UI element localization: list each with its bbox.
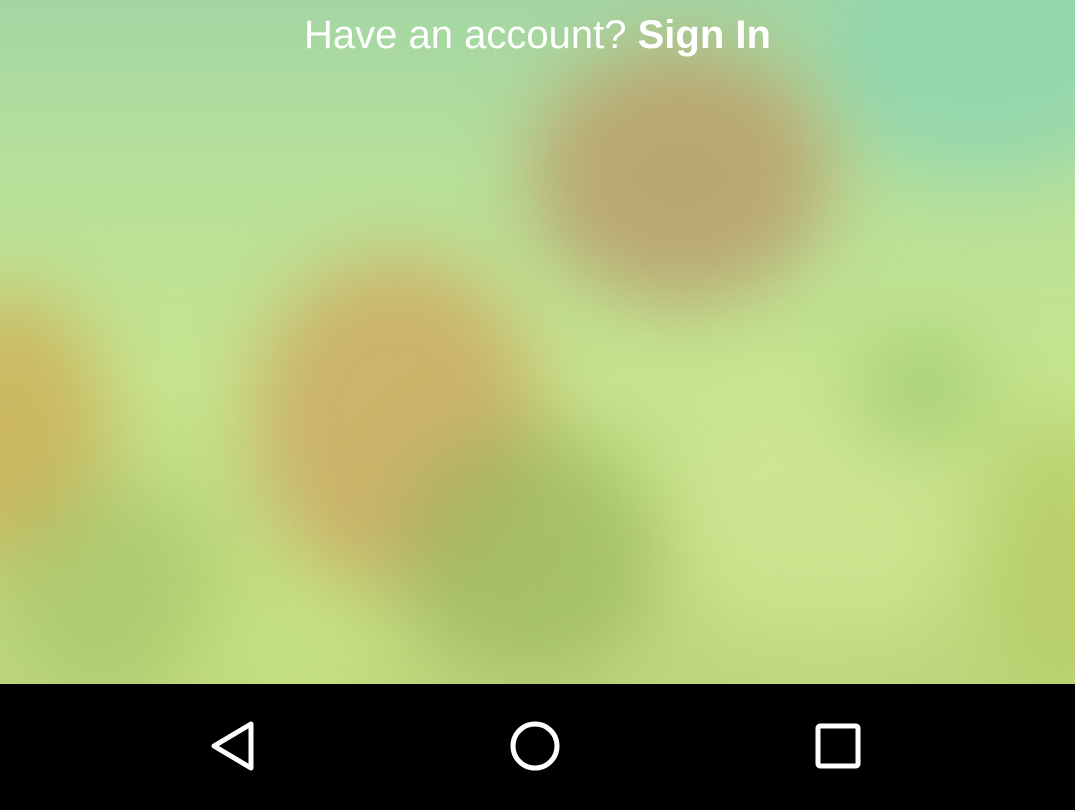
sign-in-link[interactable]: Sign In (638, 13, 771, 57)
back-triangle-icon (211, 721, 254, 771)
app-screen: Have an account? Sign In (0, 0, 1075, 810)
signin-prompt: Have an account? Sign In (0, 12, 1075, 58)
home-button[interactable] (505, 716, 565, 776)
home-circle-icon (510, 721, 560, 771)
background-blob (850, 330, 990, 450)
back-button[interactable] (202, 716, 262, 776)
have-account-text: Have an account? (304, 13, 627, 57)
blurred-background-image (0, 0, 1075, 684)
recents-square-icon (815, 723, 861, 769)
background-blob (400, 430, 660, 680)
background-blob (0, 480, 220, 684)
system-navigation-bar (0, 684, 1075, 810)
background-blob (530, 45, 830, 305)
background-blob (980, 420, 1075, 684)
recents-button[interactable] (808, 716, 868, 776)
